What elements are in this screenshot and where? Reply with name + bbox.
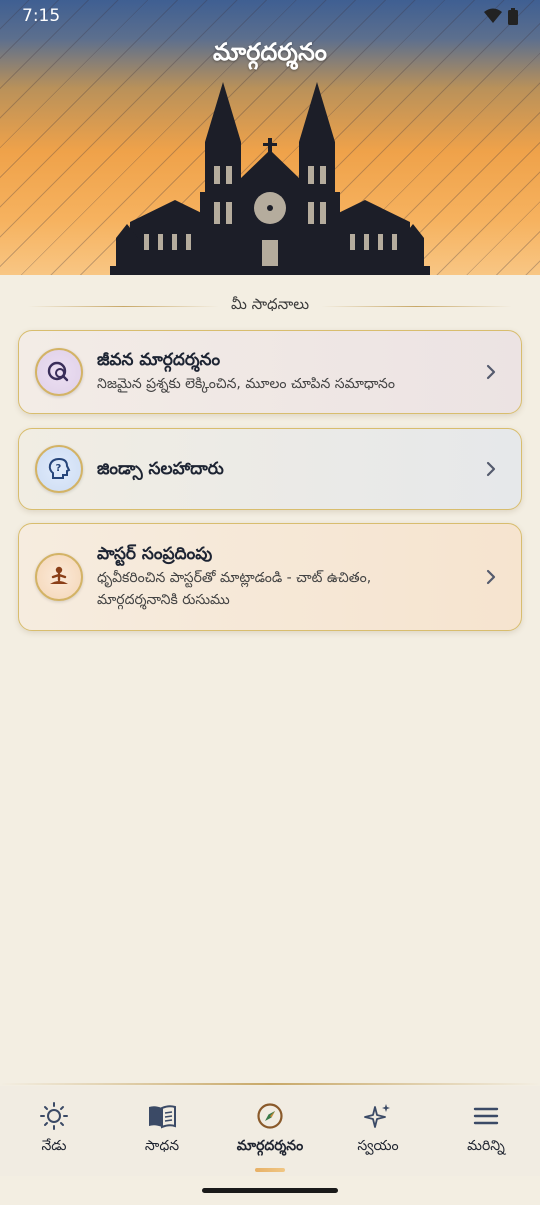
pastor-consultation-card[interactable]: పాస్టర్ సంప్రదింపు ధృవీకరించిన పాస్టర్‌త… — [18, 523, 522, 631]
nav-item-guidance[interactable]: మార్గదర్శనం — [216, 1086, 324, 1176]
battery-icon — [508, 7, 518, 25]
divider-line-right — [321, 305, 513, 307]
chevron-right-icon — [486, 364, 496, 380]
wifi-icon — [484, 8, 502, 23]
nav-item-self[interactable]: స్వయం — [324, 1086, 432, 1176]
chevron-right-icon — [486, 569, 496, 585]
card-title: జీవన మార్గదర్శనం — [97, 350, 221, 370]
header-banner: 7:15 మార్గదర్శనం — [0, 0, 540, 275]
card-subtitle: నిజమైన ప్రశ్నకు లెక్కించిన, మూలం చూపిన స… — [97, 376, 395, 392]
card-title: జిండ్సా సలహాదారు — [97, 459, 224, 479]
search-globe-icon — [35, 348, 83, 396]
nav-label: మరిన్ని — [467, 1138, 505, 1154]
sparkles-icon — [364, 1104, 390, 1128]
nav-label: మార్గదర్శనం — [236, 1138, 304, 1154]
nav-label: సాధన — [144, 1138, 180, 1154]
nav-divider — [0, 1083, 540, 1085]
bottom-navigation: నేడు సాధన మార్గదర్శనం స్వయం మరిన్ని — [0, 1086, 540, 1176]
nav-item-today[interactable]: నేడు — [0, 1086, 108, 1176]
menu-icon — [473, 1107, 499, 1125]
section-heading-text: మీ సాధనాలు — [230, 295, 310, 313]
page-title: మార్గదర్శనం — [213, 38, 327, 66]
svg-text:?: ? — [56, 463, 62, 474]
card-subtitle-line: ధృవీకరించిన పాస్టర్‌తో మాట్లాడండి - చాట్… — [97, 570, 372, 586]
advisor-card[interactable]: ? జిండ్సా సలహాదారు — [18, 428, 522, 510]
home-indicator[interactable] — [202, 1188, 338, 1193]
status-bar: 7:15 — [0, 0, 540, 32]
sun-icon — [40, 1102, 68, 1130]
nav-item-practice[interactable]: సాధన — [108, 1086, 216, 1176]
nav-label: స్వయం — [357, 1138, 399, 1154]
nav-item-more[interactable]: మరిన్ని — [432, 1086, 540, 1176]
nav-label: నేడు — [41, 1138, 67, 1154]
life-guidance-card[interactable]: జీవన మార్గదర్శనం నిజమైన ప్రశ్నకు లెక్కిం… — [18, 330, 522, 414]
card-title: పాస్టర్ సంప్రదింపు — [97, 544, 213, 564]
cathedral-illustration — [110, 82, 430, 275]
divider-line-left — [28, 305, 219, 307]
active-indicator — [255, 1168, 285, 1172]
head-question-icon: ? — [35, 445, 83, 493]
open-book-icon — [149, 1105, 176, 1129]
status-time: 7:15 — [22, 6, 61, 26]
compass-icon — [257, 1103, 283, 1129]
chevron-right-icon — [486, 461, 496, 477]
section-heading: మీ సాధనాలు — [28, 294, 513, 318]
card-subtitle: ధృవీకరించిన పాస్టర్‌తో మాట్లాడండి - చాట్… — [97, 567, 483, 611]
meditating-person-icon — [35, 553, 83, 601]
card-subtitle-line: మార్గదర్శనానికి రుసుము — [97, 592, 230, 608]
